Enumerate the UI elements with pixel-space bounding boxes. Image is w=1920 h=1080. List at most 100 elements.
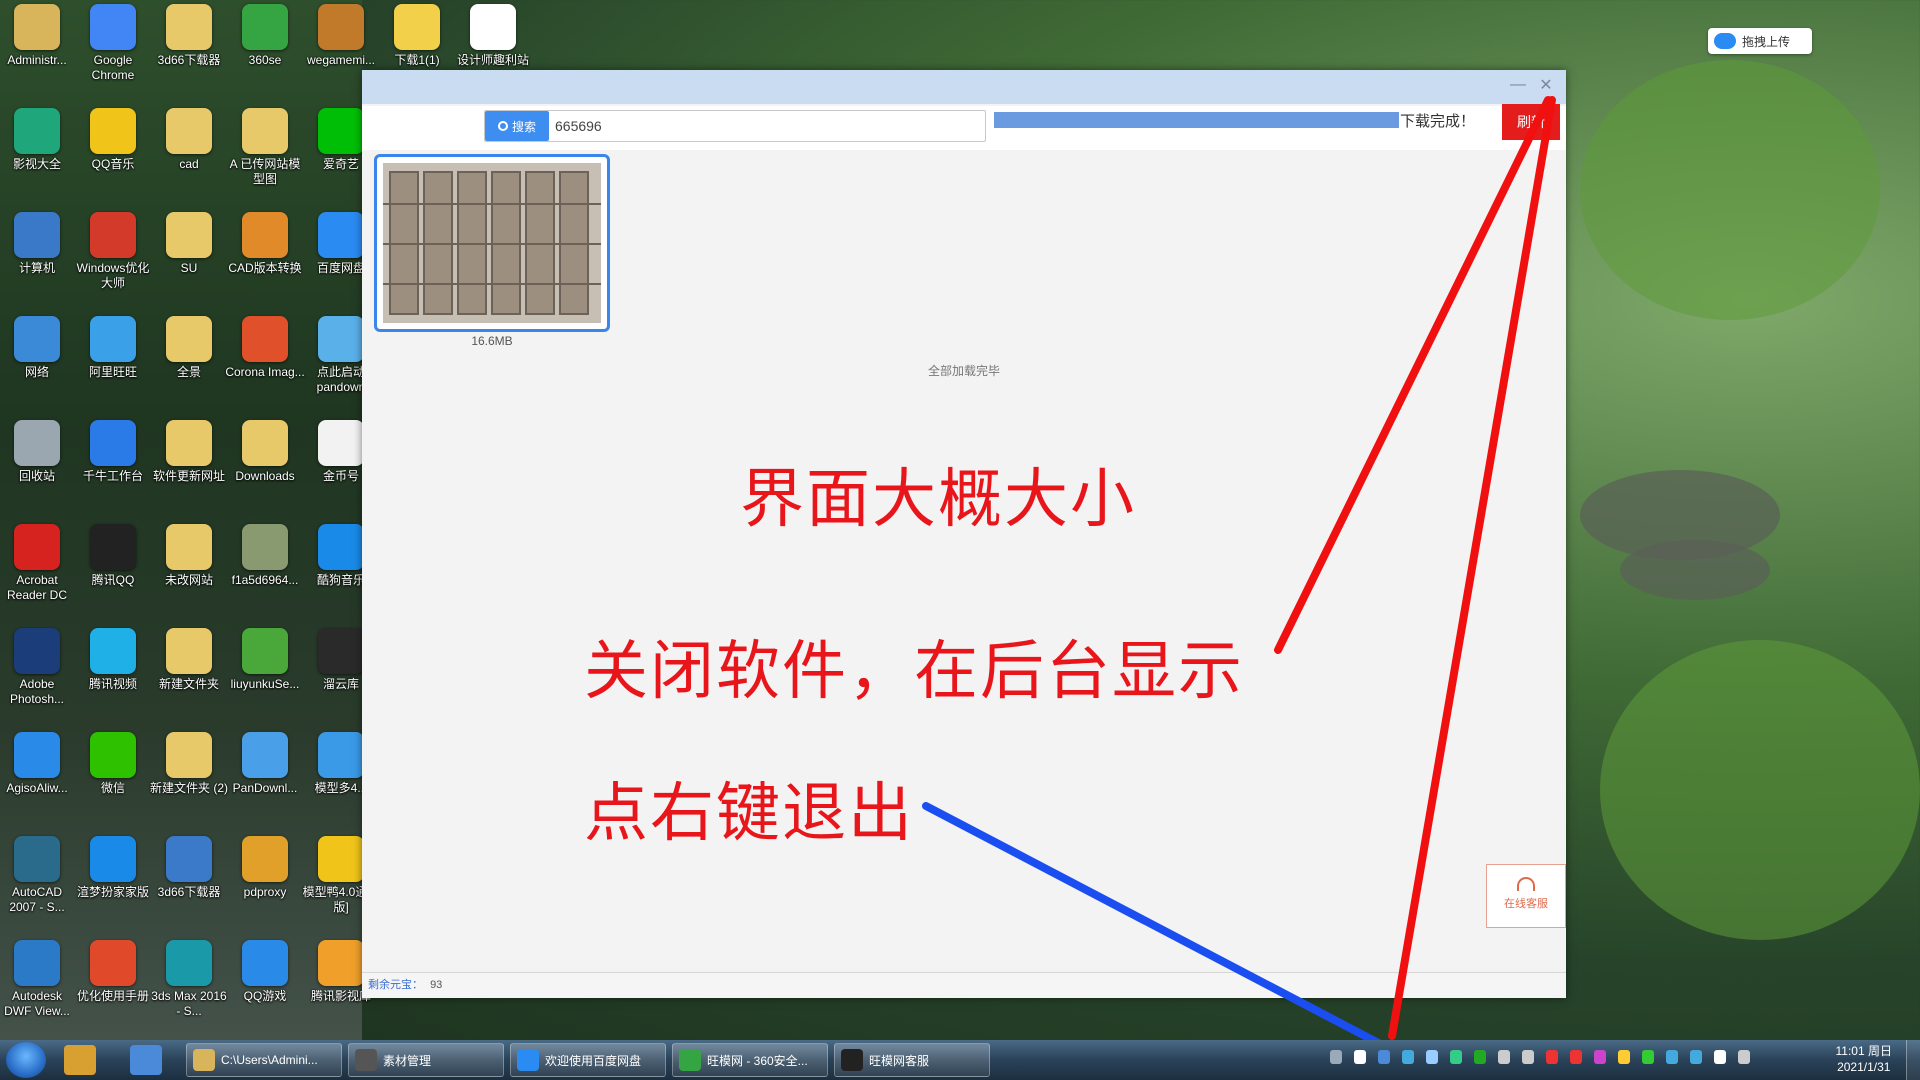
desktop-icon[interactable]: 新建文件夹 (2) — [149, 732, 229, 796]
show-desktop-button[interactable] — [1906, 1040, 1920, 1080]
tray-icon[interactable] — [1330, 1050, 1342, 1064]
wallpaper-foliage — [1580, 60, 1880, 320]
desktop-icon[interactable]: Windows优化大师 — [73, 212, 153, 291]
cad-convert-icon — [242, 212, 288, 258]
taskbar-item-label: 旺模网 - 360安全... — [707, 1053, 808, 1068]
start-button[interactable] — [6, 1042, 46, 1078]
tray-icon[interactable] — [1714, 1050, 1726, 1064]
desktop-icon[interactable]: 腾讯视频 — [73, 628, 153, 692]
desktop-icon[interactable]: Google Chrome — [73, 4, 153, 83]
tray-icon[interactable] — [1426, 1050, 1438, 1064]
tencent-film-icon — [318, 940, 364, 986]
image-file-icon — [242, 524, 288, 570]
refresh-button[interactable]: 刷新 — [1502, 104, 1560, 140]
quick-launch-icon[interactable] — [130, 1045, 162, 1075]
desktop-icon[interactable]: Adobe Photosh... — [0, 628, 77, 707]
desktop-icon[interactable]: QQ音乐 — [73, 108, 153, 172]
tray-icon[interactable] — [1522, 1050, 1534, 1064]
desktop-icon[interactable]: f1a5d6964... — [225, 524, 305, 588]
tray-icon[interactable] — [1738, 1050, 1750, 1064]
desktop-icon[interactable]: 计算机 — [0, 212, 77, 276]
tray-icon[interactable] — [1570, 1050, 1582, 1064]
taskbar-item[interactable]: 旺模网客服 — [834, 1043, 990, 1077]
tray-icon[interactable] — [1690, 1050, 1702, 1064]
tray-icon[interactable] — [1642, 1050, 1654, 1064]
tray-icon[interactable] — [1594, 1050, 1606, 1064]
desktop-icon[interactable]: 3d66下载器 — [149, 4, 229, 68]
desktop-icon[interactable]: SU — [149, 212, 229, 276]
desktop-icon[interactable]: 网络 — [0, 316, 77, 380]
desktop-icon-label: 下载1(1) — [394, 53, 440, 67]
tray-icon[interactable] — [1666, 1050, 1678, 1064]
desktop-icon[interactable]: 阿里旺旺 — [73, 316, 153, 380]
online-support-button[interactable]: 在线客服 — [1486, 864, 1566, 928]
close-button[interactable]: ✕ — [1536, 76, 1556, 96]
window-titlebar[interactable]: — ✕ — [362, 70, 1566, 104]
baidu-drag-upload-button[interactable]: 拖拽上传 — [1708, 28, 1812, 54]
taskbar-item[interactable]: C:\Users\Admini... — [186, 1043, 342, 1077]
desktop-icon[interactable]: 渲梦扮家家版 — [73, 836, 153, 900]
desktop-icon[interactable]: Corona Imag... — [225, 316, 305, 380]
desktop-icon-label: 腾讯视频 — [88, 677, 137, 691]
taskbar-item[interactable]: 欢迎使用百度网盘 — [510, 1043, 666, 1077]
desktop-icon[interactable]: wegamemi... — [301, 4, 381, 68]
taskbar-item[interactable]: 素材管理 — [348, 1043, 504, 1077]
desktop-icon[interactable]: 新建文件夹 — [149, 628, 229, 692]
item-file-size: 16.6MB — [471, 334, 513, 348]
folder-icon — [166, 212, 212, 258]
desktop-icon-label: A 已传网站模型图 — [229, 157, 301, 186]
desktop-icon[interactable]: 腾讯QQ — [73, 524, 153, 588]
shelf-line — [383, 243, 601, 245]
cloud-icon — [318, 316, 364, 362]
tray-icon[interactable] — [1378, 1050, 1390, 1064]
desktop-icon[interactable]: 3ds Max 2016 - S... — [149, 940, 229, 1019]
tray-icon[interactable] — [1618, 1050, 1630, 1064]
photoshop-icon — [14, 628, 60, 674]
desktop-icon[interactable]: 优化使用手册 — [73, 940, 153, 1004]
desktop-icon[interactable]: 下载1(1) — [377, 4, 457, 68]
desktop-icon[interactable]: Administr... — [0, 4, 77, 68]
desktop-icon[interactable]: 微信 — [73, 732, 153, 796]
desktop-icon-label: 软件更新网址 — [152, 469, 225, 483]
quick-launch-icon[interactable] — [64, 1045, 96, 1075]
tray-icon[interactable] — [1498, 1050, 1510, 1064]
desktop-icon[interactable]: AutoCAD 2007 - S... — [0, 836, 77, 915]
desktop-icon[interactable]: 软件更新网址 — [149, 420, 229, 484]
play-icon — [14, 108, 60, 154]
desktop-icon[interactable]: CAD版本转换 — [225, 212, 305, 276]
tray-icon[interactable] — [1354, 1050, 1366, 1064]
desktop-icon[interactable]: Acrobat Reader DC — [0, 524, 77, 603]
search-input[interactable]: 搜索 665696 — [484, 110, 986, 142]
taskbar-clock[interactable]: 11:01 周日 2021/1/31 — [1836, 1043, 1892, 1075]
desktop-icon[interactable]: Autodesk DWF View... — [0, 940, 77, 1019]
tray-icon[interactable] — [1402, 1050, 1414, 1064]
desktop-icon-label: 渲梦扮家家版 — [76, 885, 149, 899]
pikachu-icon — [394, 4, 440, 50]
desktop-icon[interactable]: 360se — [225, 4, 305, 68]
tray-icon[interactable] — [1474, 1050, 1486, 1064]
desktop-icon[interactable]: 设计师趣利站 — [453, 4, 533, 68]
desktop-icon[interactable]: PanDownl... — [225, 732, 305, 796]
taskbar-item[interactable]: 旺模网 - 360安全... — [672, 1043, 828, 1077]
search-icon — [497, 121, 508, 131]
desktop-icon[interactable]: A 已传网站模型图 — [225, 108, 305, 187]
all-loaded-text: 全部加载完毕 — [927, 364, 1000, 378]
baidu-cloud-icon — [1714, 33, 1736, 49]
desktop-icon[interactable]: 未改网站 — [149, 524, 229, 588]
desktop-icon[interactable]: Downloads — [225, 420, 305, 484]
desktop-icon[interactable]: cad — [149, 108, 229, 172]
desktop-icon[interactable]: 全景 — [149, 316, 229, 380]
tray-icon[interactable] — [1546, 1050, 1558, 1064]
material-item-card[interactable] — [374, 154, 610, 332]
desktop-icon[interactable]: QQ游戏 — [225, 940, 305, 1004]
desktop-icon[interactable]: 影视大全 — [0, 108, 77, 172]
tray-icon[interactable] — [1450, 1050, 1462, 1064]
minimize-button[interactable]: — — [1508, 76, 1528, 96]
desktop-icon[interactable]: 3d66下载器 — [149, 836, 229, 900]
desktop-icon[interactable]: liuyunkuSe... — [225, 628, 305, 692]
search-button[interactable]: 搜索 — [485, 111, 549, 141]
desktop-icon[interactable]: 千牛工作台 — [73, 420, 153, 484]
desktop-icon[interactable]: AgisoAliw... — [0, 732, 77, 796]
desktop-icon[interactable]: 回收站 — [0, 420, 77, 484]
desktop-icon[interactable]: pdproxy — [225, 836, 305, 900]
